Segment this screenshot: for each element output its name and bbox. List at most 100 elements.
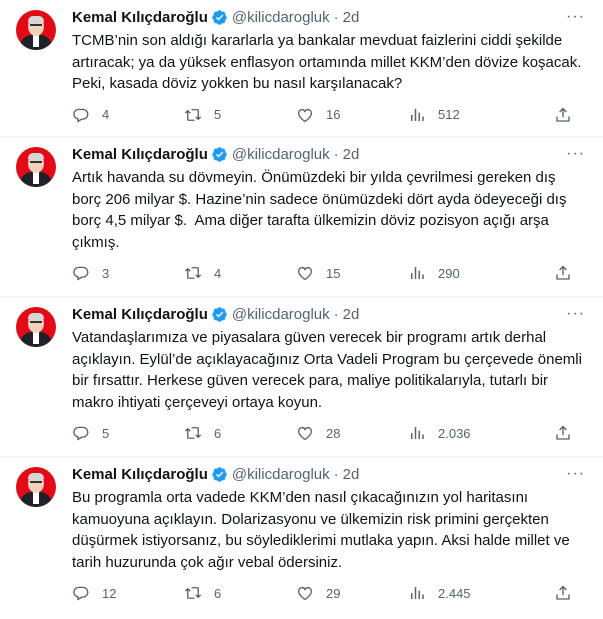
tweet-text: Bu programla orta vadede KKM’den nasıl ç…: [72, 489, 574, 571]
avatar-hair: [28, 153, 44, 160]
like-count: 15: [326, 265, 341, 281]
tweet-text: Artık havanda su dövmeyin. Önümüzdeki bi…: [72, 169, 571, 251]
verified-badge-icon: [212, 306, 227, 322]
separator-dot: ·: [333, 465, 339, 483]
tweet-header: Kemal Kılıçdaroğlu @kilicdarogluk · 2d: [72, 143, 587, 165]
views-count: 2.445: [438, 585, 471, 601]
author-handle[interactable]: @kilicdarogluk: [232, 466, 330, 483]
retweet-count: 4: [214, 265, 222, 281]
retweet-icon: [184, 427, 202, 439]
like-count: 29: [326, 585, 341, 601]
avatar-shirt: [33, 172, 39, 184]
avatar-glasses: [30, 161, 42, 166]
reply-icon: [73, 266, 89, 281]
tweet[interactable]: ··· Kemal Kılıçdaroğlu @kilicdarogluk · …: [0, 297, 603, 457]
like-button[interactable]: 28: [296, 424, 408, 442]
tweet-time[interactable]: 2d: [343, 306, 360, 323]
more-icon[interactable]: ···: [566, 305, 585, 323]
views-button[interactable]: 2.036: [408, 424, 554, 442]
verified-badge-icon: [212, 146, 227, 162]
avatar[interactable]: [16, 10, 56, 50]
tweet-text: Vatandaşlarımıza ve piyasalara güven ver…: [72, 329, 587, 411]
like-button[interactable]: 16: [296, 106, 408, 124]
like-icon: [297, 266, 313, 281]
author-name[interactable]: Kemal Kılıçdaroğlu: [72, 9, 208, 26]
author-name[interactable]: Kemal Kılıçdaroğlu: [72, 306, 208, 323]
reply-icon: [73, 108, 89, 123]
like-button[interactable]: 29: [296, 584, 408, 602]
retweet-count: 5: [214, 107, 222, 122]
tweet[interactable]: ··· Kemal Kılıçdaroğlu @kilicdarogluk · …: [0, 457, 603, 619]
tweet[interactable]: ··· Kemal Kılıçdaroğlu @kilicdarogluk · …: [0, 0, 603, 137]
more-icon[interactable]: ···: [566, 145, 585, 163]
reply-icon: [73, 586, 89, 601]
tweet-header: Kemal Kılıçdaroğlu @kilicdarogluk · 2d: [72, 6, 587, 28]
reply-count: 5: [102, 425, 110, 441]
tweet-body: Kemal Kılıçdaroğlu @kilicdarogluk · 2d V…: [72, 297, 603, 443]
author-handle[interactable]: @kilicdarogluk: [232, 146, 330, 163]
views-button[interactable]: 290: [408, 264, 554, 282]
avatar-glasses: [30, 321, 42, 326]
tweet-actions: 4 5 16 512: [72, 105, 587, 125]
like-button[interactable]: 15: [296, 264, 408, 282]
retweet-icon: [184, 267, 202, 279]
share-icon: [556, 265, 570, 280]
tweet-thread: ··· Kemal Kılıçdaroğlu @kilicdarogluk · …: [0, 0, 603, 619]
author-name[interactable]: Kemal Kılıçdaroğlu: [72, 146, 208, 163]
author-handle[interactable]: @kilicdarogluk: [232, 9, 330, 26]
share-icon: [556, 425, 570, 440]
reply-button[interactable]: 12: [72, 584, 184, 602]
share-button[interactable]: [554, 106, 572, 124]
avatar-shirt: [33, 332, 39, 344]
reply-button[interactable]: 4: [72, 106, 184, 124]
avatar-shirt: [33, 492, 39, 504]
share-button[interactable]: [554, 424, 572, 442]
retweet-button[interactable]: 5: [184, 106, 296, 124]
avatar[interactable]: [16, 467, 56, 507]
like-icon: [297, 108, 313, 122]
verified-badge-icon: [212, 9, 227, 25]
avatar-hair: [28, 16, 44, 23]
author-name[interactable]: Kemal Kılıçdaroğlu: [72, 466, 208, 483]
avatar[interactable]: [16, 147, 56, 187]
reply-count: 12: [102, 585, 117, 601]
views-icon: [411, 267, 424, 279]
views-button[interactable]: 2.445: [408, 584, 554, 602]
more-icon[interactable]: ···: [566, 8, 585, 26]
reply-button[interactable]: 3: [72, 264, 184, 282]
share-button[interactable]: [554, 584, 572, 602]
avatar-glasses: [30, 481, 42, 486]
like-count: 16: [326, 107, 341, 122]
retweet-icon: [184, 108, 202, 121]
like-count: 28: [326, 425, 341, 441]
tweet-time[interactable]: 2d: [343, 146, 360, 163]
tweet-actions: 3 4 15 290: [72, 263, 587, 283]
reply-count: 4: [102, 107, 110, 122]
tweet-time[interactable]: 2d: [343, 9, 360, 26]
avatar-hair: [28, 473, 44, 480]
views-icon: [411, 587, 424, 599]
more-icon[interactable]: ···: [566, 465, 585, 483]
author-handle[interactable]: @kilicdarogluk: [232, 306, 330, 323]
retweet-button[interactable]: 4: [184, 264, 296, 282]
retweet-button[interactable]: 6: [184, 424, 296, 442]
tweet[interactable]: ··· Kemal Kılıçdaroğlu @kilicdarogluk · …: [0, 137, 603, 297]
share-button[interactable]: [554, 264, 572, 282]
tweet-header: Kemal Kılıçdaroğlu @kilicdarogluk · 2d: [72, 303, 587, 325]
reply-icon: [73, 426, 89, 441]
retweet-icon: [184, 587, 202, 599]
tweet-time[interactable]: 2d: [343, 466, 360, 483]
views-button[interactable]: 512: [408, 106, 554, 124]
views-count: 512: [438, 107, 460, 122]
avatar[interactable]: [16, 307, 56, 347]
reply-count: 3: [102, 265, 110, 281]
views-icon: [411, 427, 424, 439]
reply-button[interactable]: 5: [72, 424, 184, 442]
retweet-button[interactable]: 6: [184, 584, 296, 602]
like-icon: [297, 586, 313, 601]
views-icon: [411, 108, 424, 121]
avatar-hair: [28, 313, 44, 320]
tweet-body: Kemal Kılıçdaroğlu @kilicdarogluk · 2d A…: [72, 137, 603, 283]
separator-dot: ·: [333, 8, 339, 26]
views-count: 2.036: [438, 425, 471, 441]
